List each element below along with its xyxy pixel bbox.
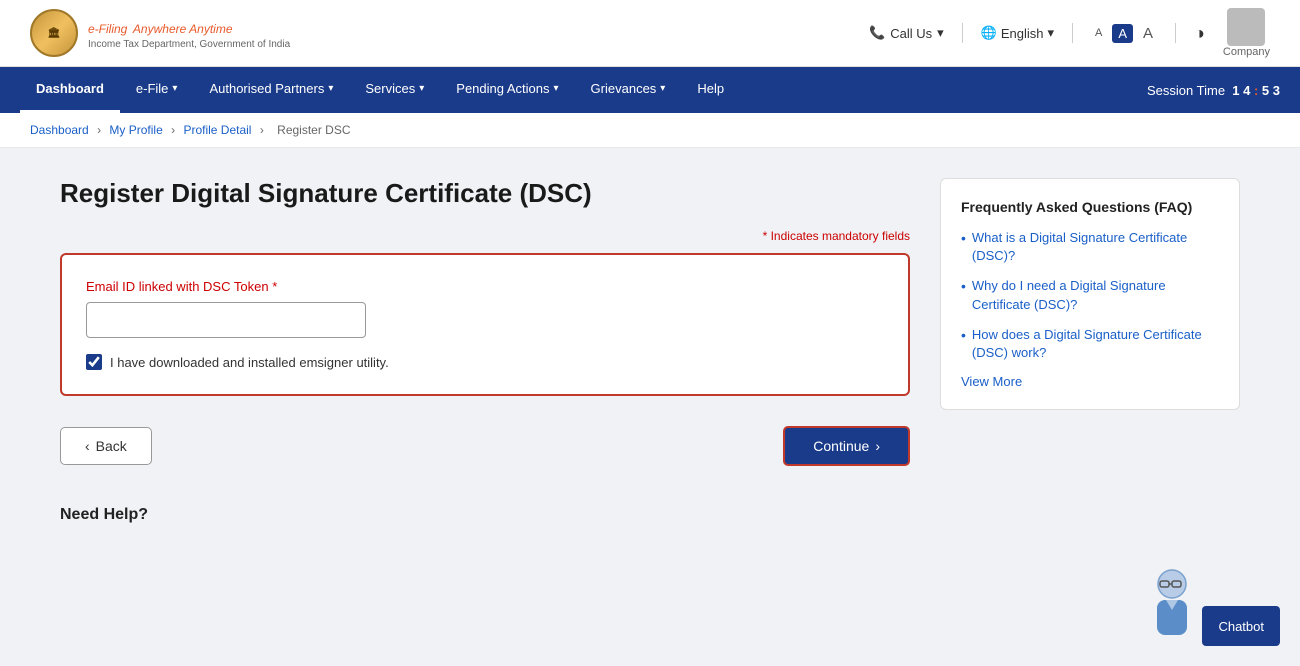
email-label: Email ID linked with DSC Token * [86, 279, 884, 294]
nav-item-help[interactable]: Help [681, 67, 740, 113]
continue-label: Continue [813, 438, 869, 454]
call-us-button[interactable]: 📞 Call Us ▾ [869, 25, 944, 41]
mandatory-star-email: * [272, 279, 277, 294]
page-title: Register Digital Signature Certificate (… [60, 178, 910, 209]
checkbox-row: I have downloaded and installed emsigner… [86, 354, 884, 370]
faq-bullet-2: • [961, 277, 966, 297]
top-controls: 📞 Call Us ▾ 🌐 English ▾ A A A ◑ Company [869, 8, 1270, 58]
faq-link-2[interactable]: Why do I need a Digital Signature Certif… [972, 277, 1219, 313]
globe-icon: 🌐 [981, 25, 997, 41]
divider-1 [962, 23, 963, 43]
faq-link-1[interactable]: What is a Digital Signature Certificate … [972, 229, 1219, 265]
chatbot-label: Chatbot [1218, 619, 1264, 634]
breadcrumb-sep-3: › [260, 123, 267, 137]
faq-item-2: • Why do I need a Digital Signature Cert… [961, 277, 1219, 313]
lang-label: English [1001, 26, 1044, 41]
grievances-arrow: ▾ [660, 83, 665, 94]
main-content: Register Digital Signature Certificate (… [20, 148, 1280, 554]
divider-2 [1072, 23, 1073, 43]
breadcrumb-sep-1: › [97, 123, 104, 137]
font-medium-button[interactable]: A [1112, 24, 1133, 43]
email-label-text: Email ID linked with DSC Token [86, 279, 269, 294]
nav-item-grievances[interactable]: Grievances ▾ [575, 67, 682, 113]
mandatory-star: * [763, 229, 771, 243]
breadcrumb-current: Register DSC [277, 123, 350, 137]
faq-bullet-1: • [961, 229, 966, 249]
breadcrumb-myprofile[interactable]: My Profile [109, 123, 162, 137]
chatbot-button[interactable]: Chatbot [1202, 606, 1280, 646]
faq-title: Frequently Asked Questions (FAQ) [961, 199, 1219, 215]
breadcrumb: Dashboard › My Profile › Profile Detail … [0, 113, 1300, 148]
session-time: Session Time 1 4 : 5 3 [1147, 83, 1280, 98]
faq-link-3[interactable]: How does a Digital Signature Certificate… [972, 326, 1219, 362]
buttons-row: ‹ Back Continue › [60, 426, 910, 466]
services-arrow: ▾ [419, 83, 424, 94]
need-help: Need Help? [60, 506, 910, 524]
font-large-button[interactable]: A [1139, 23, 1157, 44]
nav-item-authorised[interactable]: Authorised Partners ▾ [193, 67, 349, 113]
continue-button[interactable]: Continue › [783, 426, 910, 466]
form-card: Email ID linked with DSC Token * I have … [60, 253, 910, 396]
divider-3 [1175, 23, 1176, 43]
nav-item-pending[interactable]: Pending Actions ▾ [440, 67, 574, 113]
chatbot-avatar [1142, 566, 1202, 646]
chatbot-figure [1142, 566, 1202, 646]
logo-main: e-Filing Anywhere Anytime [88, 16, 290, 39]
font-small-button[interactable]: A [1091, 25, 1106, 41]
breadcrumb-dashboard[interactable]: Dashboard [30, 123, 89, 137]
user-area[interactable]: Company [1223, 8, 1270, 58]
content-layout: Register Digital Signature Certificate (… [60, 178, 1240, 524]
back-arrow-icon: ‹ [85, 438, 90, 454]
mandatory-text: Indicates mandatory fields [771, 229, 910, 243]
user-avatar [1227, 8, 1265, 46]
font-controls: A A A [1091, 23, 1157, 44]
back-label: Back [96, 438, 127, 454]
back-button[interactable]: ‹ Back [60, 427, 152, 465]
call-label: Call Us [890, 26, 932, 41]
emblem-logo: 🏛 [30, 9, 78, 57]
logo-text: e-Filing Anywhere Anytime Income Tax Dep… [88, 16, 290, 50]
faq-bullet-3: • [961, 326, 966, 346]
pending-arrow: ▾ [554, 83, 559, 94]
logo-efiling: e-Filing [88, 22, 127, 36]
left-panel: Register Digital Signature Certificate (… [60, 178, 910, 524]
chatbot-area: Chatbot [1142, 566, 1280, 646]
mandatory-note: * Indicates mandatory fields [60, 229, 910, 243]
emsigner-checkbox[interactable] [86, 354, 102, 370]
view-more-link[interactable]: View More [961, 374, 1219, 389]
top-header: 🏛 e-Filing Anywhere Anytime Income Tax D… [0, 0, 1300, 67]
contrast-toggle-button[interactable]: ◑ [1194, 23, 1205, 44]
faq-item-1: • What is a Digital Signature Certificat… [961, 229, 1219, 265]
efile-arrow: ▾ [172, 83, 177, 94]
language-selector[interactable]: 🌐 English ▾ [981, 25, 1054, 41]
user-label: Company [1223, 46, 1270, 58]
auth-arrow: ▾ [328, 83, 333, 94]
nav-item-dashboard[interactable]: Dashboard [20, 67, 120, 113]
faq-card: Frequently Asked Questions (FAQ) • What … [940, 178, 1240, 410]
nav-bar: Dashboard e-File ▾ Authorised Partners ▾… [0, 67, 1300, 113]
logo-area: 🏛 e-Filing Anywhere Anytime Income Tax D… [30, 9, 290, 57]
faq-item-3: • How does a Digital Signature Certifica… [961, 326, 1219, 362]
logo-tagline: Anywhere Anytime [133, 22, 233, 36]
checkbox-label: I have downloaded and installed emsigner… [110, 355, 389, 370]
continue-arrow-icon: › [875, 438, 880, 454]
call-arrow: ▾ [937, 25, 944, 41]
lang-arrow: ▾ [1047, 25, 1054, 41]
phone-icon: 📞 [869, 25, 885, 41]
nav-item-services[interactable]: Services ▾ [349, 67, 440, 113]
email-input[interactable] [86, 302, 366, 338]
breadcrumb-profiledetail[interactable]: Profile Detail [183, 123, 251, 137]
nav-item-efile[interactable]: e-File ▾ [120, 67, 194, 113]
breadcrumb-sep-2: › [171, 123, 178, 137]
logo-sub: Income Tax Department, Government of Ind… [88, 39, 290, 50]
